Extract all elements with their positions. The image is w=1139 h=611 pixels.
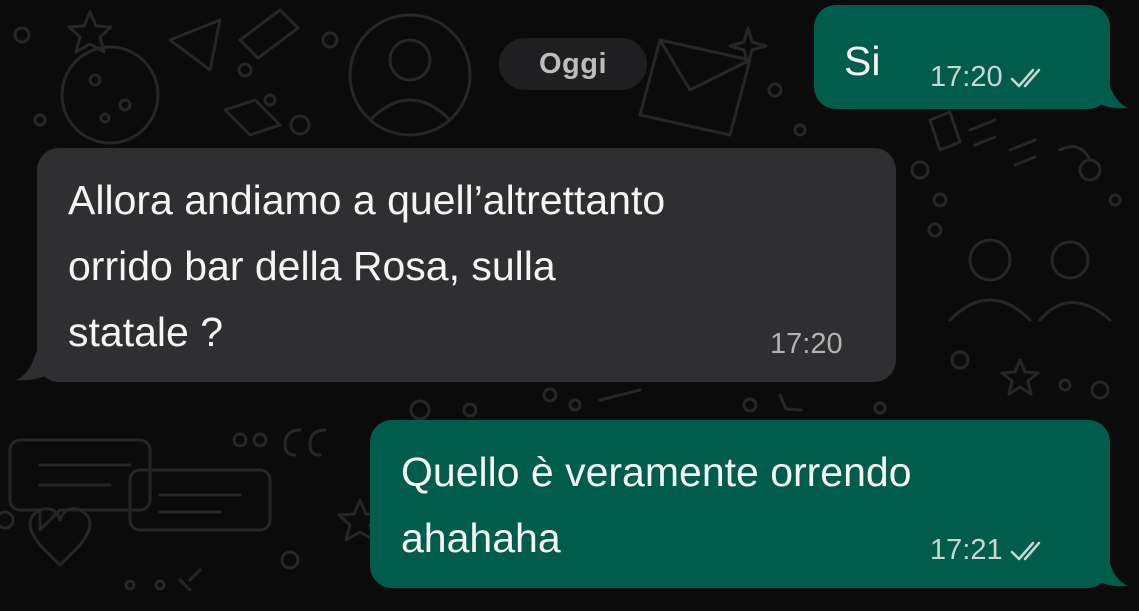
double-check-icon <box>1010 68 1040 87</box>
message-text-line: Allora andiamo a quell’altrettanto <box>68 177 666 223</box>
message-text-line: Si <box>844 38 881 84</box>
incoming-message-bubble[interactable]: Allora andiamo a quell’altrettanto orrid… <box>37 148 896 382</box>
message-text-line: ahahaha <box>401 515 561 561</box>
message-text-line: statale ? <box>68 309 223 355</box>
message-timestamp: 17:20 <box>770 328 843 360</box>
message-meta: 17:21 <box>930 534 1053 567</box>
message-timestamp: 17:20 <box>930 61 1003 93</box>
double-check-icon <box>1010 541 1040 560</box>
message-timestamp: 17:21 <box>930 534 1003 566</box>
message-meta: 17:20 <box>770 328 843 361</box>
message-text-line: orrido bar della Rosa, sulla <box>68 243 556 289</box>
date-separator-badge: Oggi <box>499 38 647 90</box>
message-text-line: Quello è veramente orrendo <box>401 449 912 495</box>
outgoing-message-bubble[interactable]: Quello è veramente orrendo ahahaha 17:21 <box>370 420 1110 588</box>
outgoing-message-bubble[interactable]: Si 17:20 <box>814 5 1110 109</box>
message-meta: 17:20 <box>930 61 1053 94</box>
